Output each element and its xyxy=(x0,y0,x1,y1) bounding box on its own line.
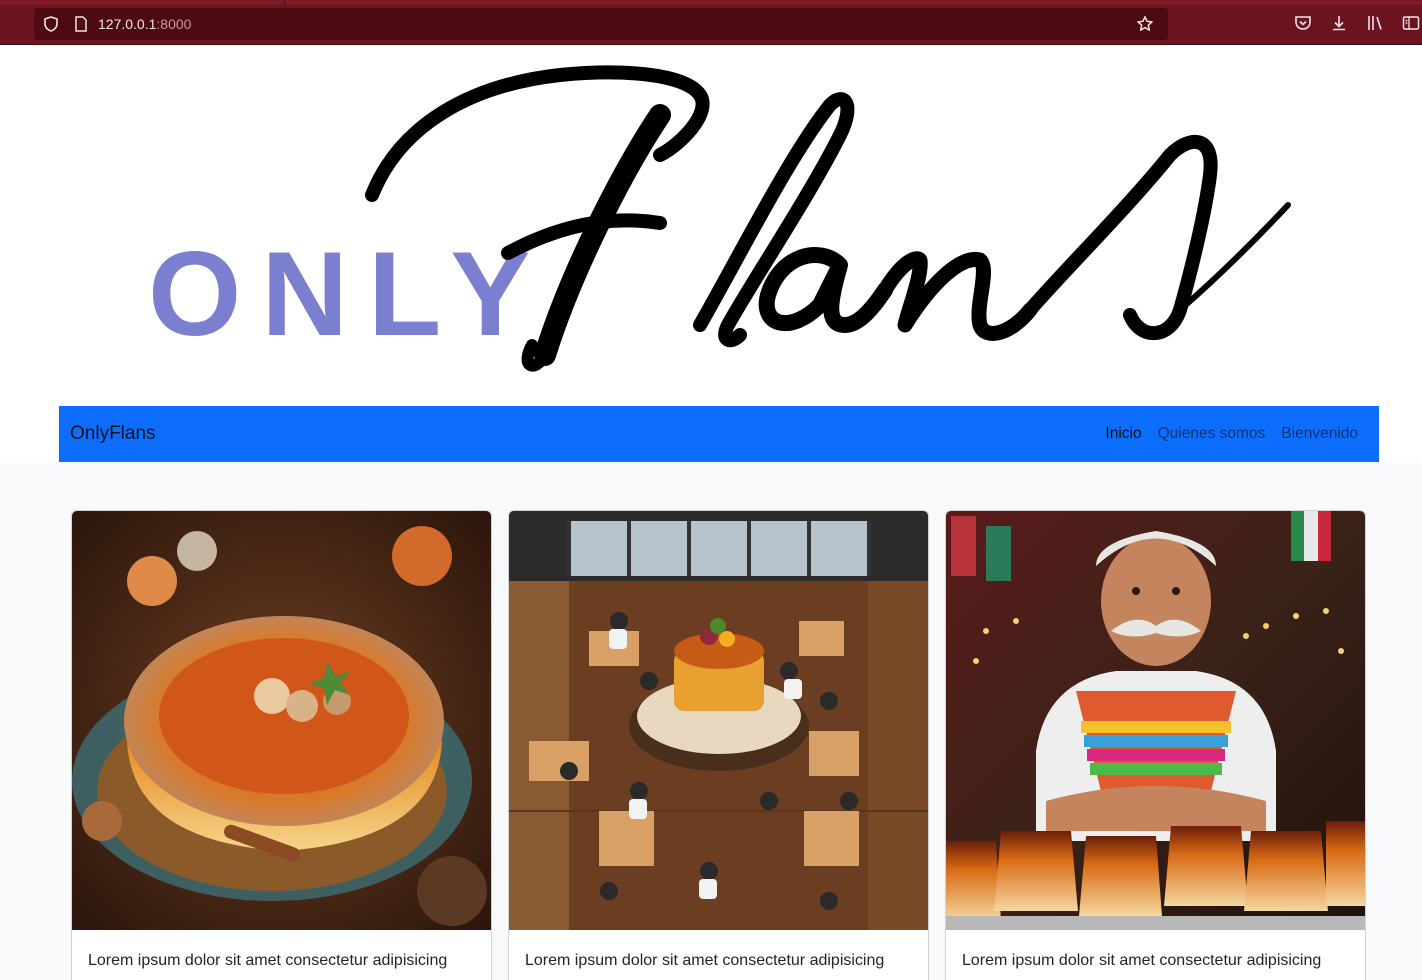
bookmark-star-icon[interactable] xyxy=(1136,15,1154,33)
address-bar[interactable]: 127.0.0.1:8000 xyxy=(34,8,1168,40)
card-text: Lorem ipsum dolor sit amet consectetur a… xyxy=(525,952,885,969)
download-icon[interactable] xyxy=(1329,13,1349,33)
card-chef: Lorem ipsum dolor sit amet consectetur a… xyxy=(945,510,1366,980)
url-port: :8000 xyxy=(156,16,192,32)
pocket-icon[interactable] xyxy=(1293,13,1313,33)
browser-toolbar: 127.0.0.1:8000 xyxy=(0,0,1422,45)
sidebar-icon[interactable] xyxy=(1401,13,1421,33)
tab-divider xyxy=(284,0,285,5)
nav-links: Inicio Quienes somos Bienvenido xyxy=(1105,425,1358,443)
tab-strip xyxy=(0,0,1422,5)
card-restaurant: Lorem ipsum dolor sit amet consectetur a… xyxy=(508,510,929,980)
nav-link-inicio[interactable]: Inicio xyxy=(1105,425,1141,443)
url-host: 127.0.0.1 xyxy=(98,16,157,32)
shield-icon[interactable] xyxy=(42,15,60,33)
navbar: OnlyFlans Inicio Quienes somos Bienvenid… xyxy=(59,406,1379,462)
flan-chef-image xyxy=(946,511,1365,930)
card-flan: Lorem ipsum dolor sit amet consectetur a… xyxy=(71,510,492,980)
navbar-brand[interactable]: OnlyFlans xyxy=(70,423,156,445)
logo-flans-script xyxy=(365,65,1291,372)
restaurant-aerial-image xyxy=(509,511,928,930)
onlyflans-logo: ONLY xyxy=(140,55,1300,395)
caramel-flan-image xyxy=(72,511,491,930)
page-icon xyxy=(75,16,87,32)
nav-link-quienes-somos[interactable]: Quienes somos xyxy=(1158,425,1266,443)
card-text: Lorem ipsum dolor sit amet consectetur a… xyxy=(962,952,1322,969)
card-text: Lorem ipsum dolor sit amet consectetur a… xyxy=(88,952,448,969)
library-icon[interactable] xyxy=(1365,13,1385,33)
nav-link-bienvenido[interactable]: Bienvenido xyxy=(1281,425,1358,443)
header-hero: ONLY xyxy=(0,45,1422,463)
url-text[interactable]: 127.0.0.1:8000 xyxy=(98,16,191,32)
